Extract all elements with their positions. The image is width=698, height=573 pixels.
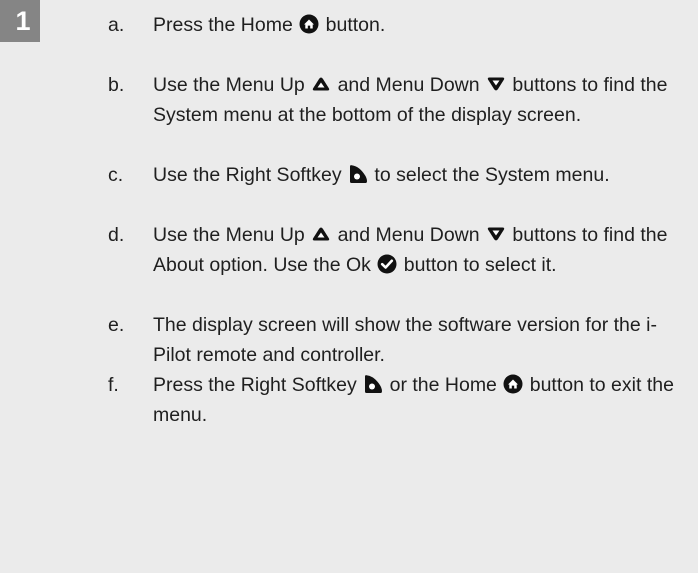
step-letter: d. — [108, 224, 125, 246]
home-icon — [299, 14, 319, 34]
step-text-segment: or the Home — [384, 374, 503, 396]
step-number: 1 — [15, 5, 31, 36]
step-text-segment: button to select it. — [398, 254, 557, 276]
step-text-segment: Use the Right Softkey — [153, 164, 348, 186]
step-text-segment: and Menu Down — [332, 74, 486, 96]
step-text-segment: button. — [320, 14, 386, 36]
step-letter: e. — [108, 314, 125, 336]
step-letter: c. — [108, 164, 124, 186]
step-letter: b. — [108, 74, 125, 96]
step-text-segment: and Menu Down — [332, 224, 486, 246]
step-text-segment: Use the Menu Up — [153, 224, 311, 246]
step-letter: f. — [108, 374, 119, 396]
step-text-segment: to select the System menu. — [369, 164, 610, 186]
step-text: Use the Right Softkey to select the Syst… — [153, 160, 683, 190]
step-text: Use the Menu Up and Menu Down buttons to… — [153, 220, 683, 280]
step-item: e. The display screen will show the softw… — [108, 310, 683, 370]
ok-icon — [377, 254, 397, 274]
step-text: Press the Home button. — [153, 10, 683, 40]
step-item: a. Press the Home button. — [108, 10, 683, 40]
step-text-segment: Use the Menu Up — [153, 74, 311, 96]
right-softkey-icon — [348, 164, 368, 184]
menu-up-icon — [311, 74, 331, 94]
step-item: c. Use the Right Softkey to select the Sy… — [108, 160, 683, 190]
step-text-segment: The display screen will show the softwar… — [153, 314, 657, 366]
step-text: Use the Menu Up and Menu Down buttons to… — [153, 70, 683, 130]
menu-down-icon — [486, 74, 506, 94]
step-number-badge: 1 — [0, 0, 40, 42]
step-item: d. Use the Menu Up and Menu Down buttons … — [108, 220, 683, 280]
step-letter: a. — [108, 14, 125, 36]
home-icon — [503, 374, 523, 394]
step-item: b. Use the Menu Up and Menu Down buttons … — [108, 70, 683, 130]
step-text-segment: Press the Home — [153, 14, 299, 36]
step-text-segment: Press the Right Softkey — [153, 374, 363, 396]
menu-down-icon — [486, 224, 506, 244]
step-text: Press the Right Softkey or the Home butt… — [153, 370, 683, 430]
menu-up-icon — [311, 224, 331, 244]
right-softkey-icon — [363, 374, 383, 394]
step-text: The display screen will show the softwar… — [153, 310, 683, 370]
step-item: f. Press the Right Softkey or the Home bu… — [108, 370, 683, 430]
